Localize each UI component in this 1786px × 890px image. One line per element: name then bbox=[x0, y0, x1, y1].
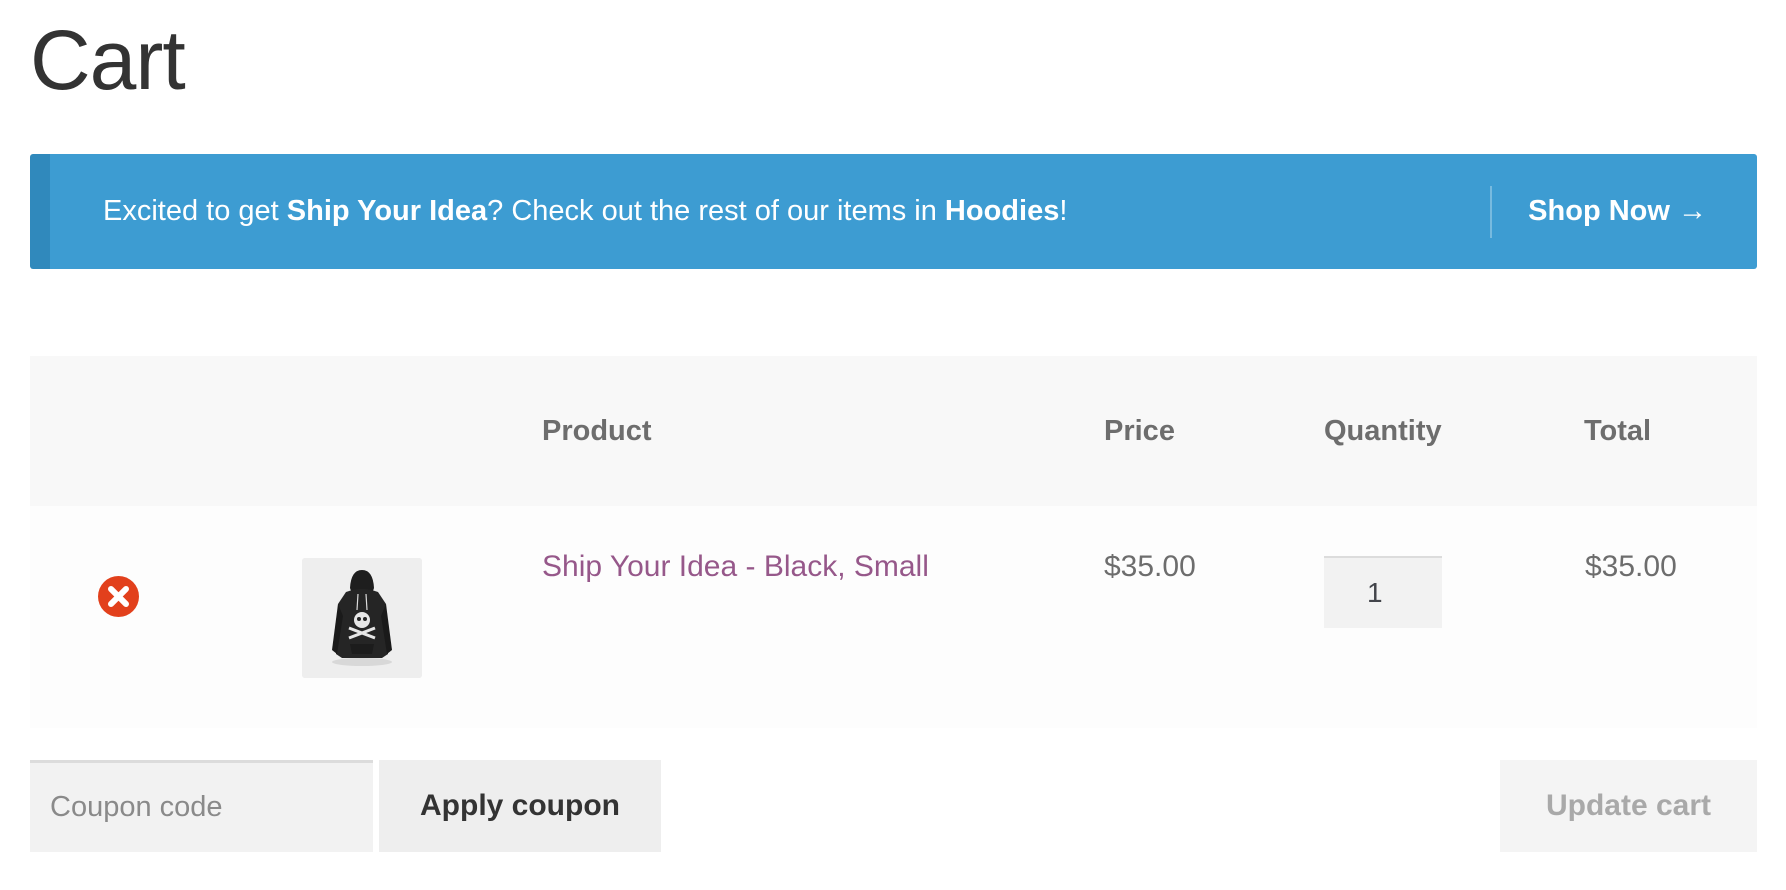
cart-notice-banner: Excited to get Ship Your Idea? Check out… bbox=[30, 154, 1757, 269]
remove-item-button[interactable] bbox=[98, 576, 139, 617]
notice-category: Hoodies bbox=[944, 195, 1060, 227]
notice-product: Ship Your Idea bbox=[286, 195, 488, 227]
product-name-link[interactable]: Ship Your Idea - Black, Small bbox=[542, 541, 929, 593]
cart-page: Cart Excited to get Ship Your Idea? Chec… bbox=[0, 0, 1786, 890]
notice-message: Excited to get Ship Your Idea? Check out… bbox=[103, 154, 1067, 269]
notice-divider bbox=[1490, 186, 1492, 238]
apply-coupon-button[interactable]: Apply coupon bbox=[379, 760, 661, 852]
coupon-code-input[interactable] bbox=[30, 760, 373, 852]
quantity-input[interactable] bbox=[1324, 556, 1442, 628]
remove-circle-x-icon bbox=[108, 586, 129, 607]
notice-middle: ? Check out the rest of our items in bbox=[487, 195, 945, 227]
notice-suffix: ! bbox=[1059, 195, 1068, 227]
page-title: Cart bbox=[30, 13, 186, 107]
black-hoodie-image bbox=[302, 558, 422, 678]
product-thumbnail[interactable] bbox=[302, 558, 422, 678]
cart-row-content: Ship Your Idea - Black, Small $35.00 $35… bbox=[30, 356, 1757, 728]
notice-prefix: Excited to get bbox=[103, 195, 287, 227]
shop-now-link[interactable]: Shop Now → bbox=[1528, 154, 1707, 269]
update-cart-button[interactable]: Update cart bbox=[1500, 760, 1757, 852]
item-price: $35.00 bbox=[1104, 550, 1196, 583]
item-total: $35.00 bbox=[1585, 550, 1677, 583]
